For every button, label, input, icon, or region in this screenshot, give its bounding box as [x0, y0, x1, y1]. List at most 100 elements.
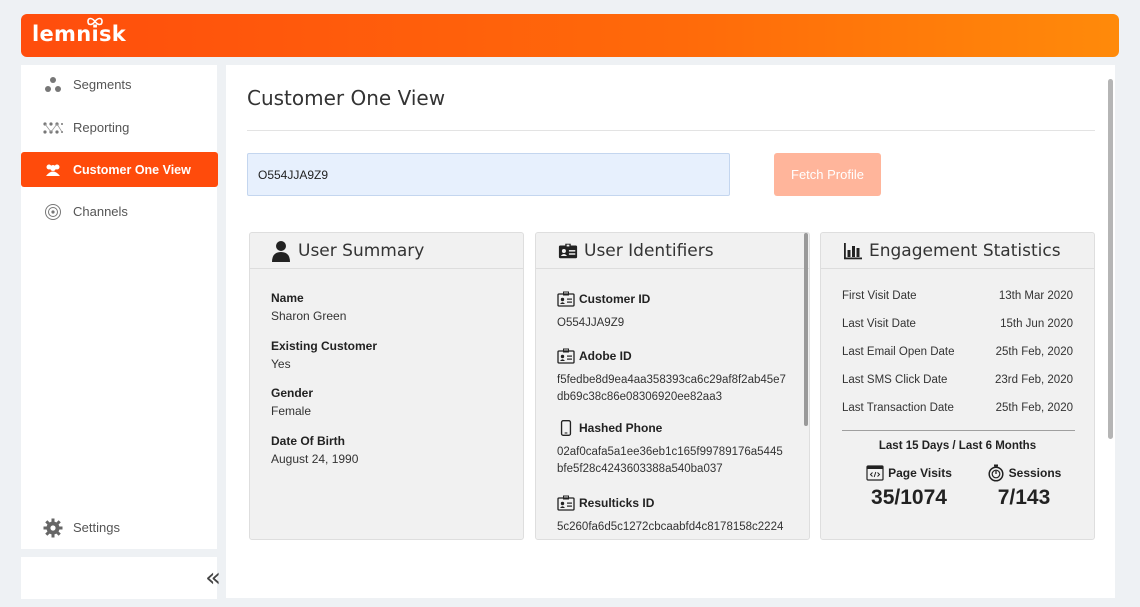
main-scrollbar[interactable]: [1108, 79, 1113, 439]
field-label: Name: [271, 291, 304, 305]
metric-label-text: Sessions: [1008, 466, 1062, 480]
sessions-value: 7/143: [997, 486, 1051, 509]
fetch-profile-button[interactable]: Fetch Profile: [774, 153, 881, 196]
id-card-icon: [557, 495, 575, 511]
stat-value: 15th Jun 2020: [1000, 318, 1073, 330]
card-header: Engagement Statistics: [821, 233, 1094, 269]
metric-label-text: Page Visits: [888, 466, 952, 480]
stat-label: First Visit Date: [842, 290, 917, 302]
summary-field-existing-customer: Existing Customer Yes: [271, 339, 377, 371]
card-title: User Summary: [298, 240, 425, 261]
period-label: Last 15 Days / Last 6 Months: [878, 440, 1037, 452]
sidebar-item-reporting[interactable]: Reporting: [21, 110, 218, 145]
phone-icon: [560, 420, 572, 436]
browser-code-icon: [866, 465, 884, 481]
stat-value: 23rd Feb, 2020: [994, 374, 1073, 386]
identifier-hashed-phone: Hashed Phone 02af0cafa5a1ee36eb1c165f997…: [557, 420, 787, 478]
sidebar-item-channels[interactable]: Channels: [21, 194, 218, 229]
identifiers-scrollbar[interactable]: [804, 233, 808, 426]
field-value: Yes: [271, 357, 291, 371]
sidebar-item-segments[interactable]: Segments: [21, 67, 218, 102]
bar-chart-icon: [843, 240, 863, 262]
stat-value: 25th Feb, 2020: [995, 346, 1073, 358]
identifier-label: Hashed Phone: [557, 420, 787, 436]
divider: [247, 130, 1095, 131]
card-header: User Identifiers: [536, 233, 809, 269]
page-title: Customer One View: [247, 86, 446, 110]
stat-row-last-email-open: Last Email Open Date 25th Feb, 2020: [842, 346, 1073, 358]
brand-name: lemnisk: [32, 22, 127, 46]
sidebar-item-customer-one-view[interactable]: Customer One View: [21, 152, 218, 187]
summary-field-dob: Date Of Birth August 24, 1990: [271, 434, 358, 466]
stat-row-last-sms-click: Last SMS Click Date 23rd Feb, 2020: [842, 374, 1073, 386]
field-value: Female: [271, 404, 312, 418]
user-identifiers-card: User Identifiers Customer ID O554JJA9Z9 …: [535, 232, 810, 540]
identifier-value: 5c260fa6d5c1272cbcaabfd4c8178158c2224: [557, 521, 784, 533]
identifier-customer-id: Customer ID O554JJA9Z9: [557, 291, 787, 332]
lemnisk-logo[interactable]: lemnisk: [32, 17, 127, 46]
card-title: User Identifiers: [584, 240, 714, 261]
channels-icon: [43, 202, 63, 222]
identifier-label-text: Adobe ID: [579, 349, 632, 363]
engagement-statistics-card: Engagement Statistics First Visit Date 1…: [820, 232, 1095, 540]
stat-label: Last Transaction Date: [842, 402, 954, 414]
field-value: Sharon Green: [271, 309, 347, 323]
stat-label: Last Visit Date: [842, 318, 916, 330]
identifier-label: Adobe ID: [557, 348, 787, 364]
identifier-resulticks-id: Resulticks ID 5c260fa6d5c1272cbcaabfd4c8…: [557, 495, 787, 536]
main-panel: Customer One View Fetch Profile User Sum…: [226, 65, 1115, 598]
identifier-label: Resulticks ID: [557, 495, 787, 511]
card-title: Engagement Statistics: [869, 240, 1061, 261]
stat-row-last-visit: Last Visit Date 15th Jun 2020: [842, 318, 1073, 330]
field-label: Gender: [271, 386, 314, 400]
collapse-sidebar-icon[interactable]: «: [205, 563, 221, 593]
divider: [842, 430, 1075, 431]
field-label: Date Of Birth: [271, 434, 346, 448]
sidebar-item-label: Channels: [73, 204, 128, 219]
field-label: Existing Customer: [271, 339, 378, 353]
user-summary-card: User Summary Name Sharon Green Existing …: [249, 232, 524, 540]
stat-row-first-visit: First Visit Date 13th Mar 2020: [842, 290, 1073, 302]
identifier-label-text: Hashed Phone: [579, 421, 663, 435]
metric-label: Sessions: [969, 464, 1079, 482]
sidebar: Segments Reporting Customer One View Cha…: [21, 65, 218, 549]
page-visits-metric: Page Visits 35/1074: [854, 464, 964, 510]
sidebar-item-label: Customer One View: [73, 162, 191, 177]
stat-value: 25th Feb, 2020: [995, 402, 1073, 414]
identifier-adobe-id: Adobe ID f5fedbe8d9ea4aa358393ca6c29af8f…: [557, 348, 787, 406]
stat-label: Last SMS Click Date: [842, 374, 948, 386]
identifier-label: Customer ID: [557, 291, 787, 307]
summary-field-gender: Gender Female: [271, 386, 313, 418]
stat-label: Last Email Open Date: [842, 346, 955, 358]
sidebar-item-label: Segments: [73, 77, 132, 92]
metric-label: Page Visits: [854, 464, 964, 482]
id-card-icon: [557, 348, 575, 364]
identifier-value: 02af0cafa5a1ee36eb1c165f99789176a5445bfe…: [557, 446, 783, 475]
sidebar-item-label: Settings: [73, 520, 120, 535]
stopwatch-icon: [988, 464, 1004, 482]
top-bar: lemnisk: [21, 14, 1119, 57]
card-header: User Summary: [250, 233, 523, 269]
segments-icon: [43, 75, 63, 95]
identifier-value: f5fedbe8d9ea4aa358393ca6c29af8f2ab45e7db…: [557, 374, 786, 403]
sidebar-item-settings[interactable]: Settings: [21, 510, 218, 545]
sidebar-item-label: Reporting: [73, 120, 130, 135]
gear-icon: [43, 518, 63, 538]
identifier-label-text: Resulticks ID: [579, 496, 655, 510]
id-card-icon: [557, 291, 575, 307]
stat-row-last-transaction: Last Transaction Date 25th Feb, 2020: [842, 402, 1073, 414]
customer-id-input[interactable]: [247, 153, 730, 196]
identifier-value: O554JJA9Z9: [557, 317, 625, 329]
field-value: August 24, 1990: [271, 452, 359, 466]
sessions-metric: Sessions 7/143: [969, 464, 1079, 510]
stat-value: 13th Mar 2020: [998, 290, 1073, 302]
customer-icon: [43, 160, 63, 180]
sidebar-collapse-bar: «: [21, 557, 221, 599]
page-visits-value: 35/1074: [871, 486, 947, 509]
id-card-icon: [558, 240, 578, 262]
reporting-icon: [43, 118, 63, 138]
summary-field-name: Name Sharon Green: [271, 291, 346, 323]
infinity-mark-icon: [87, 17, 103, 26]
user-icon: [272, 240, 292, 262]
identifier-label-text: Customer ID: [579, 292, 651, 306]
